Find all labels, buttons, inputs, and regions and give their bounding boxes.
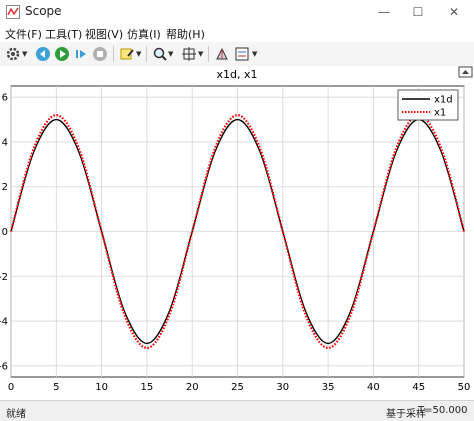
y-tick-label: 2 (2, 182, 8, 193)
x-tick-label: 50 (458, 382, 471, 393)
scope-plot: x1d, x1 0 5 10 15 20 25 30 35 40 45 50 -6 -4 -2 0 2 4 6 x… (0, 66, 473, 393)
y-tick-label: -4 (0, 317, 8, 328)
menu-file[interactable]: 文件(F) (5, 26, 42, 42)
scope-app-icon (6, 5, 20, 19)
run-icon[interactable] (52, 44, 72, 64)
toolbar: ▼ ▼ ▼ ▼ ▼ (0, 42, 474, 67)
title-bar: Scope — ☐ ✕ (0, 0, 474, 24)
status-sim-time: T=50.000 (418, 405, 468, 416)
settings-icon[interactable] (3, 44, 23, 64)
menu-tools[interactable]: 工具(T) (45, 26, 82, 42)
legend-label-x1d: x1d (434, 95, 453, 106)
highlight-dropdown-icon[interactable]: ▼ (136, 48, 144, 60)
legend-label-x1: x1 (434, 108, 446, 119)
x-tick-label: 15 (141, 382, 154, 393)
window-title: Scope (25, 4, 62, 18)
x-tick-label: 25 (231, 382, 244, 393)
close-button[interactable]: ✕ (442, 2, 466, 22)
y-tick-label: -2 (0, 272, 8, 283)
toolbar-separator (113, 46, 114, 62)
x-tick-label: 35 (322, 382, 335, 393)
x-tick-label: 0 (8, 382, 14, 393)
y-tick-label: 0 (2, 227, 8, 238)
toolbar-separator (146, 46, 147, 62)
menu-view[interactable]: 视图(V) (85, 26, 123, 42)
zoom-dropdown-icon[interactable]: ▼ (168, 48, 176, 60)
menu-bar: 文件(F) 工具(T) 视图(V) 仿真(I) 帮助(H) (0, 24, 474, 42)
y-tick-label: 4 (2, 137, 8, 148)
chart-title: x1d, x1 (217, 68, 258, 81)
settings-dropdown-icon[interactable]: ▼ (22, 48, 30, 60)
x-tick-label: 20 (186, 382, 199, 393)
maximize-button[interactable]: ☐ (406, 2, 430, 22)
undock-icon[interactable] (458, 66, 473, 78)
highlight-icon[interactable] (117, 44, 137, 64)
minimize-button[interactable]: — (372, 2, 396, 22)
x-tick-label: 45 (412, 382, 425, 393)
legend-icon[interactable] (232, 44, 252, 64)
x-tick-label: 30 (276, 382, 289, 393)
y-tick-label: -6 (0, 361, 8, 372)
scope-figure: x1d, x1 0 5 10 15 20 25 30 35 40 45 50 -6 -4 -2 0 2 4 6 x… (0, 66, 474, 400)
stop-icon[interactable] (90, 44, 110, 64)
legend: x1d x1 (397, 89, 459, 121)
cursor-measure-icon[interactable] (212, 44, 232, 64)
autoscale-icon[interactable] (179, 44, 199, 64)
menu-simulation[interactable]: 仿真(I) (127, 26, 161, 42)
x-tick-label: 40 (367, 382, 380, 393)
status-ready: 就绪 (6, 409, 26, 420)
step-forward-icon[interactable] (71, 44, 91, 64)
x-tick-label: 10 (95, 382, 108, 393)
zoom-icon[interactable] (150, 44, 170, 64)
y-tick-label: 6 (2, 93, 8, 104)
autoscale-dropdown-icon[interactable]: ▼ (198, 48, 206, 60)
status-bar: 就绪 基于采样 T=50.000 (0, 400, 474, 421)
step-back-icon[interactable] (33, 44, 53, 64)
menu-help[interactable]: 帮助(H) (166, 26, 205, 42)
toolbar-separator (208, 46, 209, 62)
x-tick-label: 5 (53, 382, 59, 393)
legend-dropdown-icon[interactable]: ▼ (252, 48, 260, 60)
